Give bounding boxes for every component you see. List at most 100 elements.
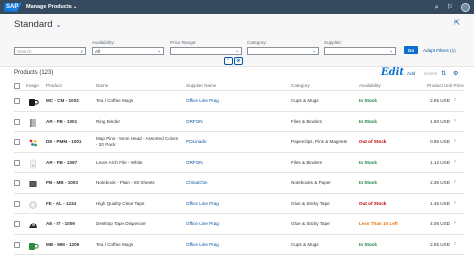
product-image (27, 157, 39, 169)
supplier-link[interactable]: ORFON (186, 119, 203, 124)
availability-status: Less Than 10 Left (359, 221, 398, 226)
row-checkbox[interactable] (14, 159, 20, 166)
value-help-icon[interactable]: ⌄ (389, 48, 393, 54)
product-name: Lever Arch File - White (96, 159, 143, 165)
row-checkbox[interactable] (14, 241, 20, 248)
table-row[interactable]: MC - CM - 1003 Tea / Coffee Mugs Office Li… (14, 91, 464, 112)
chevron-right-icon[interactable]: › (454, 220, 456, 226)
unit-price: 4.05 USD (430, 221, 450, 226)
adapt-filters-link[interactable]: Adapt Filters (1) (423, 46, 456, 54)
search-icon[interactable]: ⌕ (435, 4, 439, 11)
table-row[interactable]: AR - FB - 1097 Lever Arch File - White ORF… (14, 153, 464, 173)
category-select[interactable]: ⌄ (247, 47, 319, 55)
price-range-select[interactable]: ⌄ (170, 47, 242, 55)
filter-label: Availability: (92, 40, 115, 45)
table-row[interactable]: MB - MM - 1209 Tea / Coffee Mugs Office Li… (14, 235, 464, 255)
supplier-link[interactable]: POLinado (186, 139, 206, 144)
search-input[interactable]: Search ⌕ (14, 47, 86, 55)
column-header-price[interactable]: Product Unit Price (427, 83, 464, 88)
user-avatar[interactable] (461, 2, 470, 12)
chevron-right-icon[interactable]: › (454, 241, 456, 247)
delete-button[interactable]: Delete (424, 71, 437, 76)
product-image (27, 218, 39, 230)
supplier-link[interactable]: Office Line Prag (186, 242, 219, 247)
product-id: DE - PMM - 1001 (46, 139, 82, 144)
header-collapse-controls: ⌃ ⊗ (224, 57, 243, 65)
pin-icon[interactable]: ⊗ (234, 57, 243, 65)
select-all-checkbox[interactable] (14, 83, 20, 89)
category: Paperclips, Pins & Magnets (291, 139, 348, 144)
availability-status: Out of Stock (359, 139, 387, 144)
share-icon[interactable]: ⇱ (454, 19, 460, 27)
product-image (27, 177, 39, 189)
sort-icon[interactable]: ⇅ (441, 70, 446, 77)
products-table: Image Product Name Supplier Name Categor… (14, 80, 464, 255)
chevron-right-icon[interactable]: › (454, 200, 456, 206)
search-icon[interactable]: ⌕ (80, 49, 83, 54)
variant-selector[interactable]: Standard ⌄ (14, 19, 61, 30)
supplier-link[interactable]: ORFON (186, 160, 203, 165)
go-button[interactable]: Go (404, 46, 418, 54)
chevron-down-icon: ⌄ (235, 48, 239, 53)
chevron-down-icon: ⌄ (72, 4, 78, 10)
supplier-link[interactable]: Office Line Prag (186, 201, 219, 206)
row-checkbox[interactable] (14, 200, 20, 207)
product-id: PB - MB - 1003 (46, 180, 78, 185)
supplier-link[interactable]: Office Line Prag (186, 98, 219, 103)
table-toolbar: Products (123) Edit Add Delete ⇅ ⚙ (0, 67, 474, 80)
chevron-right-icon[interactable]: › (454, 159, 456, 165)
availability-status: Out of Stock (359, 200, 387, 206)
app-title: Manage Products (26, 4, 72, 10)
row-checkbox[interactable] (14, 139, 20, 145)
availability-filter: Availability: All ⌄ (92, 40, 164, 55)
row-checkbox[interactable] (14, 221, 20, 227)
column-header-image[interactable]: Image (26, 83, 39, 88)
collapse-icon[interactable]: ⌃ (224, 57, 233, 65)
row-checkbox[interactable] (14, 98, 20, 104)
product-name: Tea / Coffee Mugs (96, 98, 134, 103)
unit-price: 2.35 USD (430, 180, 450, 185)
table-row[interactable]: AR - FB - 1001 Ring Binder ORFON Files & Bi… (14, 112, 464, 132)
supplier-link[interactable]: Office Line Prag (186, 221, 219, 226)
unit-price: 1.12 USD (430, 159, 450, 165)
supplier-select[interactable]: ⌄ (324, 47, 396, 55)
unit-price: 0.85 USD (430, 139, 450, 144)
availability-status: In Stock (359, 98, 377, 103)
product-name: Desktop Tape Dispencer (96, 221, 146, 226)
app-title-menu[interactable]: Manage Products⌄ (26, 4, 77, 10)
value-help-icon[interactable]: ⌄ (312, 48, 316, 54)
product-id: MC - CM - 1003 (46, 98, 79, 103)
availability-value: All (95, 48, 101, 54)
row-checkbox[interactable] (14, 118, 20, 125)
availability-select[interactable]: All ⌄ (92, 47, 164, 55)
chevron-right-icon[interactable]: › (454, 118, 456, 124)
product-id: FE - AL - 1234 (46, 200, 77, 206)
supplier-link[interactable]: ChinaChin (186, 180, 207, 185)
column-header-name[interactable]: Name (96, 83, 108, 88)
chevron-right-icon[interactable]: › (454, 138, 456, 144)
table-row[interactable]: PB - MB - 1003 Notebook - Plain - 80 Shee… (14, 173, 464, 194)
add-button[interactable]: Add (407, 71, 415, 76)
row-checkbox[interactable] (14, 180, 20, 186)
unit-price: 1.45 USD (430, 200, 450, 206)
table-row[interactable]: AE - IT - 1009 Desktop Tape Dispencer Offi… (14, 214, 464, 235)
chevron-right-icon[interactable]: › (454, 97, 456, 103)
chevron-right-icon[interactable]: › (454, 179, 456, 185)
product-image (27, 95, 39, 107)
category: Files & Binders (291, 118, 322, 124)
table-row[interactable]: DE - PMM - 1001 Map Pins - 5mm Head - Ass… (14, 132, 464, 153)
category: Cups & Mugs (291, 98, 319, 103)
table-title: Products (123) (14, 70, 54, 76)
column-header-category[interactable]: Category (291, 83, 310, 88)
settings-gear-icon[interactable]: ⚙ (453, 70, 458, 77)
filter-label: Price Range: (170, 40, 197, 45)
sap-logo[interactable]: SAP (4, 2, 22, 12)
filter-label: Supplier: (324, 40, 343, 45)
column-header-availability[interactable]: Availability (359, 83, 381, 88)
chevron-down-icon: ⌄ (55, 21, 62, 29)
product-name: Ring Binder (96, 118, 121, 124)
notification-icon[interactable]: ⚐ (447, 4, 453, 11)
column-header-product[interactable]: Product (46, 83, 62, 88)
column-header-supplier[interactable]: Supplier Name (186, 83, 216, 88)
table-row[interactable]: FE - AL - 1234 High Quality Clear Tape Off… (14, 194, 464, 214)
